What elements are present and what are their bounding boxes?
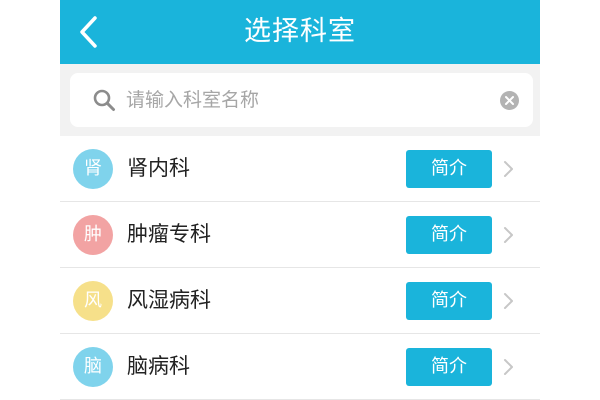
intro-button[interactable]: 简介 (406, 216, 492, 254)
department-row-nephrology[interactable]: 肾 肾内科 简介 (60, 136, 540, 202)
department-avatar: 肾 (73, 149, 113, 189)
department-row-rheumatology[interactable]: 风 风湿病科 简介 (60, 268, 540, 334)
clear-icon[interactable] (500, 91, 519, 110)
search-box (70, 73, 533, 127)
page-title: 选择科室 (244, 16, 356, 47)
intro-button[interactable]: 简介 (406, 348, 492, 386)
intro-button[interactable]: 简介 (406, 150, 492, 188)
chevron-right-icon (504, 359, 513, 375)
department-name: 风湿病科 (127, 288, 211, 312)
search-icon (93, 89, 115, 111)
search-input[interactable] (126, 81, 486, 119)
department-list: 肾 肾内科 简介 肿 肿瘤专科 简介 风 风湿病科 简介 脑 脑病科 简介 (60, 136, 540, 400)
department-avatar: 风 (73, 281, 113, 321)
department-row-oncology[interactable]: 肿 肿瘤专科 简介 (60, 202, 540, 268)
search-bar-container (60, 64, 540, 136)
department-name: 肿瘤专科 (127, 222, 211, 246)
intro-button[interactable]: 简介 (406, 282, 492, 320)
department-avatar: 肿 (73, 215, 113, 255)
department-name: 脑病科 (127, 354, 190, 378)
department-row-encephalopathy[interactable]: 脑 脑病科 简介 (60, 334, 540, 400)
department-name: 肾内科 (127, 156, 190, 180)
department-avatar: 脑 (73, 347, 113, 387)
chevron-right-icon (504, 293, 513, 309)
chevron-right-icon (504, 161, 513, 177)
chevron-right-icon (504, 227, 513, 243)
app-screen: 选择科室 肾 肾内科 简介 肿 肿瘤专科 简 (60, 0, 540, 400)
top-navigation-bar: 选择科室 (60, 0, 540, 64)
